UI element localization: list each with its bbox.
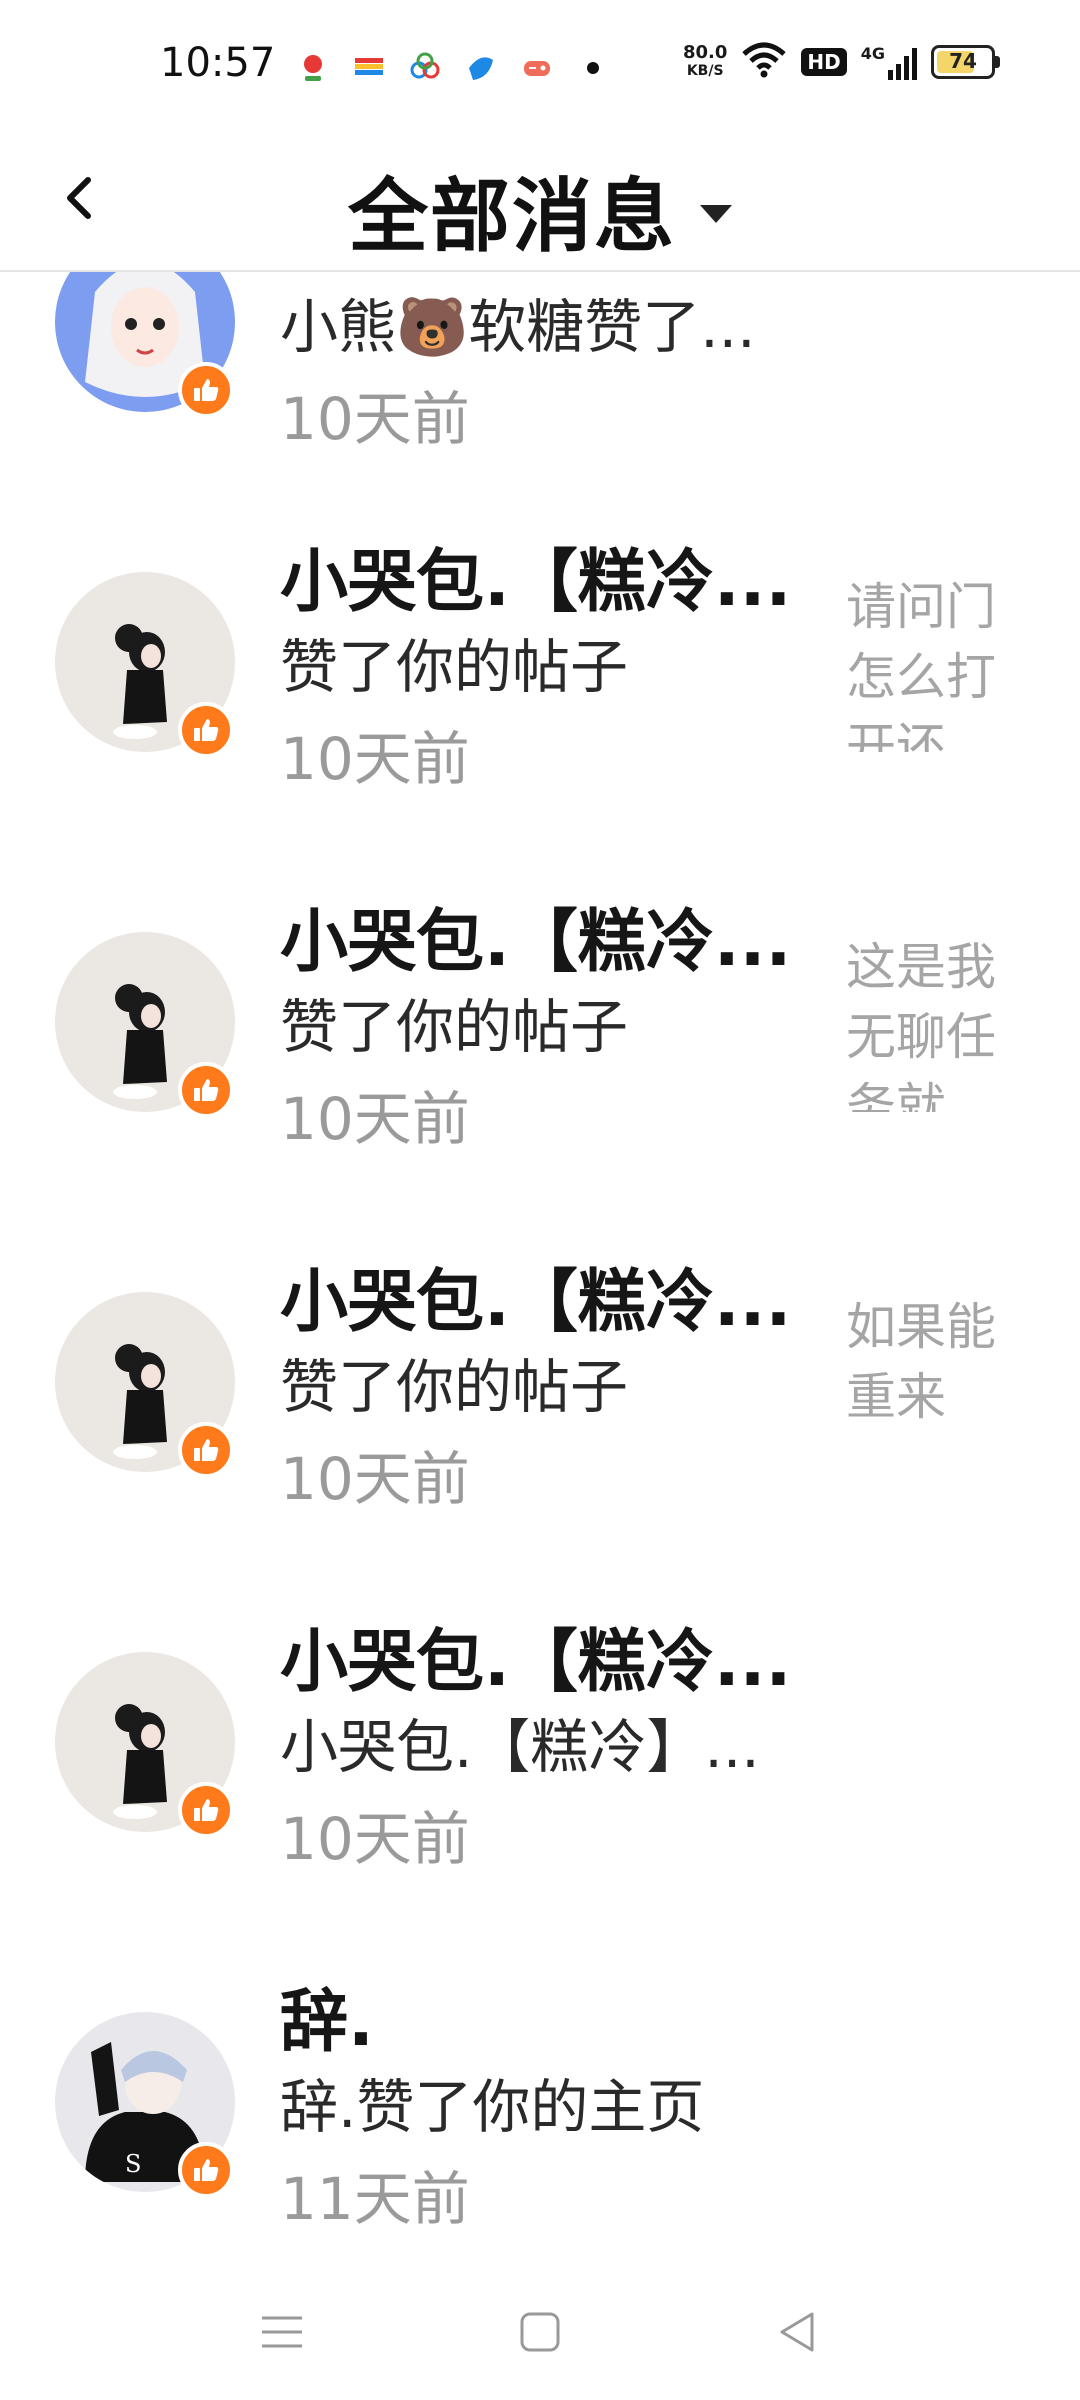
message-list[interactable]: 小熊🐻软糖赞了... 10天前 小哭包.【糕冷... 赞了你的帖子 10天前 请… [0,272,1080,2262]
message-time: 10天前 [280,1805,470,1873]
triangle-back-icon [780,2312,814,2352]
message-time: 10天前 [280,385,470,453]
network-speed-unit: KB/S [686,63,724,79]
top-app-bar: 全部消息 [0,130,1080,272]
thumbs-up-icon [194,719,219,741]
wifi-icon [741,42,787,82]
message-item[interactable]: 小哭包.【糕冷... 赞了你的帖子 10天前 如果能重来 [0,1242,1080,1602]
battery-tip [995,56,1000,68]
square-icon [520,2312,560,2352]
home-button[interactable] [510,2302,570,2362]
message-sender-name: 小哭包.【糕冷... [280,903,792,982]
like-badge [178,1422,234,1478]
status-time: 10:57 [160,40,276,86]
page-title: 全部消息 [348,170,676,263]
like-badge [178,1062,234,1118]
message-action-text: 小哭包.【糕冷】... [280,1713,760,1781]
message-action-text: 小熊🐻软糖赞了... [280,293,756,361]
more-notifications-dot-icon [575,50,611,86]
message-time: 10天前 [280,725,470,793]
menu-icon [262,2316,302,2348]
battery-icon: 74 [931,45,995,79]
network-speed-value: 80.0 [682,42,728,63]
message-item[interactable]: 小哭包.【糕冷... 赞了你的帖子 10天前 这是我无聊任务就 [0,882,1080,1242]
message-sender-name: 小哭包.【糕冷... [280,1263,792,1342]
game-app-icon [519,50,555,86]
hd-badge: HD [801,48,847,76]
message-time: 10天前 [280,1445,470,1513]
like-badge [178,702,234,758]
network-speed: 80.0 KB/S [683,44,727,80]
battery-indicator: 74 [931,45,1000,79]
message-action-text: 辞.赞了你的主页 [280,2073,705,2141]
message-time: 10天前 [280,1085,470,1153]
cloud-app-icon [407,50,443,86]
post-preview-text: 这是我无聊任务就 [846,938,996,1112]
message-action-text: 赞了你的帖子 [280,633,629,701]
status-bar: 10:57 80.0 KB/S HD 4G 74 [0,0,1080,130]
message-item[interactable]: 小哭包.【糕冷... 赞了你的帖子 10天前 请问门怎么打开还 [0,522,1080,882]
recent-apps-button[interactable] [252,2302,312,2362]
back-nav-button[interactable] [768,2302,828,2362]
message-action-text: 赞了你的帖子 [280,993,629,1061]
thumbs-up-icon [194,1079,219,1101]
cellular-signal-icon: 4G [861,44,917,80]
message-item[interactable]: S 辞. 辞.赞了你的主页 11天前 [0,1962,1080,2262]
message-filter-dropdown[interactable]: 全部消息 [0,152,1080,268]
caret-down-icon [700,205,732,223]
message-item[interactable]: 小熊🐻软糖赞了... 10天前 [0,272,1080,542]
like-badge [178,362,234,418]
thumbs-up-icon [194,2159,219,2181]
notification-icons [295,50,611,86]
message-sender-name: 小哭包.【糕冷... [280,543,792,622]
network-type: 4G [860,44,885,63]
wallet-app-icon [351,50,387,86]
battery-level: 74 [949,49,977,73]
message-item[interactable]: 小哭包.【糕冷... 小哭包.【糕冷】... 10天前 [0,1602,1080,1962]
like-badge [178,2142,234,2198]
message-action-text: 赞了你的帖子 [280,1353,629,1421]
system-navigation-bar [0,2262,1080,2400]
svg-text:S: S [125,2150,141,2178]
post-preview-text: 如果能重来 [846,1298,996,1426]
thumbs-up-icon [194,379,219,401]
thumbs-up-icon [194,1799,219,1821]
message-sender-name: 小哭包.【糕冷... [280,1623,792,1702]
map-app-icon [295,50,331,86]
message-sender-name: 辞. [280,1983,374,2062]
status-indicators: 80.0 KB/S HD 4G 74 [683,42,1000,82]
browser-app-icon [463,50,499,86]
post-preview-text: 请问门怎么打开还 [846,578,996,752]
thumbs-up-icon [194,1439,219,1461]
message-time: 11天前 [280,2165,470,2233]
like-badge [178,1782,234,1838]
